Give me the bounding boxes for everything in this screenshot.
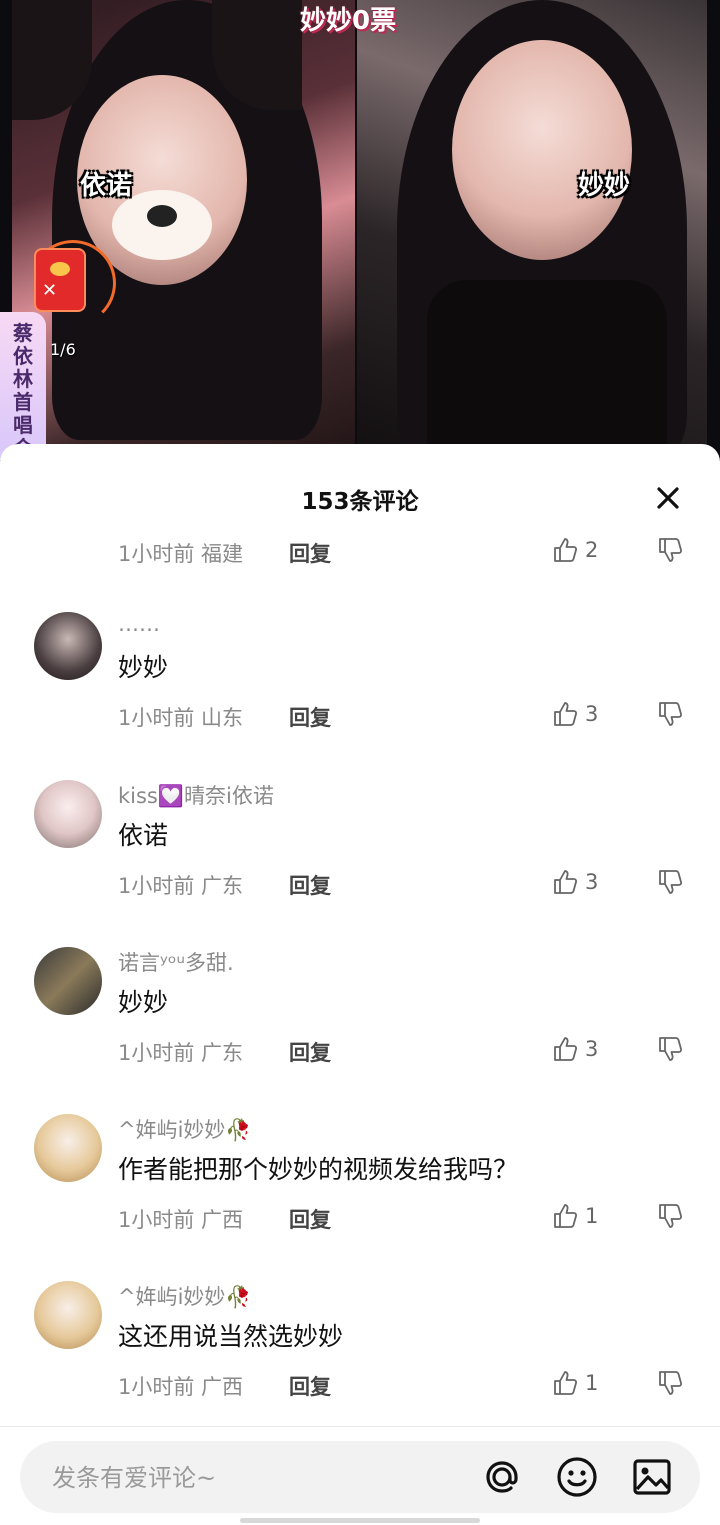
thumbs-down-icon[interactable] (656, 1035, 684, 1067)
comment-text: 妙妙 (118, 653, 169, 682)
comment-time-location: 1小时前 广西 (118, 1208, 244, 1232)
avatar[interactable] (34, 612, 102, 680)
comment-input-bar (0, 1426, 720, 1525)
thumbs-down-icon[interactable] (656, 1202, 684, 1234)
comment-item: ^姩屿i妙妙🥀 作者能把那个妙妙的视频发给我吗？ 1小时前 广西 回复 1 (0, 1114, 720, 1282)
comment-item: 诺言ʸᵒᵘ多甜. 妙妙 1小时前 广东 回复 3 (0, 947, 720, 1115)
home-indicator (240, 1518, 480, 1523)
avatar[interactable] (34, 1114, 102, 1182)
comment-input[interactable] (50, 1441, 474, 1515)
comment-username[interactable]: ^姩屿i妙妙🥀 (118, 1281, 252, 1311)
like-count: 2 (585, 538, 599, 562)
like-button[interactable]: 3 (551, 1035, 598, 1063)
like-button[interactable]: 2 (551, 536, 598, 564)
at-icon[interactable] (480, 1455, 524, 1499)
like-count: 1 (585, 1371, 599, 1395)
left-video-pane (12, 0, 355, 460)
comment-username[interactable]: …… (118, 612, 160, 636)
thumbs-up-icon (554, 1371, 578, 1395)
right-name-label: 妙妙 (578, 171, 631, 201)
comments-sheet: 153条评论 1小时前 福建 回复 2 …… 妙妙 1小时前 山东 回复 3 k… (0, 444, 720, 1524)
comment-meta-row: 1小时前 广东 回复 3 (118, 1035, 720, 1069)
like-count: 3 (585, 1037, 599, 1061)
image-icon[interactable] (630, 1455, 674, 1499)
red-packet-count: 1/6 (50, 340, 76, 359)
like-count: 1 (585, 1204, 599, 1228)
comment-text: 这还用说当然选妙妙 (118, 1322, 344, 1351)
concert-tab[interactable]: 蔡依林首唱会 (0, 312, 46, 460)
reply-button[interactable]: 回复 (289, 702, 331, 732)
video-title: 妙妙0票 (300, 6, 397, 36)
thumbs-down-icon[interactable] (656, 700, 684, 732)
comment-time-location: 1小时前 山东 (118, 706, 244, 730)
comments-header: 153条评论 (0, 444, 720, 548)
reply-button[interactable]: 回复 (289, 1204, 331, 1234)
comment-username[interactable]: 诺言ʸᵒᵘ多甜. (118, 947, 234, 977)
like-button[interactable]: 1 (551, 1202, 598, 1230)
avatar[interactable] (34, 947, 102, 1015)
comment-meta-row: 1小时前 山东 回复 3 (118, 700, 720, 734)
comment-username[interactable]: kiss💟晴奈i依诺 (118, 780, 274, 810)
thumbs-up-icon (554, 702, 578, 726)
avatar[interactable] (34, 780, 102, 848)
like-count: 3 (585, 870, 599, 894)
reply-button[interactable]: 回复 (289, 1037, 331, 1067)
thumbs-down-icon[interactable] (656, 1369, 684, 1401)
like-button[interactable]: 1 (551, 1369, 598, 1397)
red-packet-icon[interactable]: ✕ (36, 250, 84, 310)
close-icon[interactable] (648, 478, 688, 518)
comment-time-location: 1小时前 广西 (118, 1375, 244, 1399)
comment-meta-row: 1小时前 广东 回复 3 (118, 868, 720, 902)
right-video-pane (357, 0, 707, 460)
avatar[interactable] (34, 1281, 102, 1349)
comment-meta-row: 1小时前 广西 回复 1 (118, 1369, 720, 1403)
comment-input-pill (20, 1441, 700, 1515)
thumbs-down-icon[interactable] (656, 536, 684, 568)
comment-username[interactable]: ^姩屿i妙妙🥀 (118, 1114, 252, 1144)
comment-meta-row: 1小时前 福建 回复 2 (118, 536, 720, 570)
thumbs-up-icon (554, 1037, 578, 1061)
comment-meta-row: 1小时前 广西 回复 1 (118, 1202, 720, 1236)
like-count: 3 (585, 702, 599, 726)
emoji-icon[interactable] (555, 1455, 599, 1499)
comment-text: 依诺 (118, 821, 169, 850)
comment-item: …… 妙妙 1小时前 山东 回复 3 (0, 612, 720, 780)
comment-time-location: 1小时前 广东 (118, 1041, 244, 1065)
thumbs-down-icon[interactable] (656, 868, 684, 900)
comment-text: 妙妙 (118, 988, 169, 1017)
thumbs-up-icon (554, 538, 578, 562)
comment-time-location: 1小时前 广东 (118, 874, 244, 898)
reply-button[interactable]: 回复 (289, 538, 331, 568)
left-name-label: 依诺 (80, 171, 133, 201)
reply-button[interactable]: 回复 (289, 1371, 331, 1401)
comment-item: kiss💟晴奈i依诺 依诺 1小时前 广东 回复 3 (0, 780, 720, 948)
reply-button[interactable]: 回复 (289, 870, 331, 900)
video-area[interactable]: 妙妙0票 依诺 妙妙 ✕ 1/6 蔡依林首唱会 (0, 0, 720, 460)
like-button[interactable]: 3 (551, 700, 598, 728)
comments-title: 153条评论 (301, 489, 419, 515)
comment-text: 作者能把那个妙妙的视频发给我吗？ (118, 1155, 519, 1184)
comment-item: ^姩屿i妙妙🥀 这还用说当然选妙妙 1小时前 广西 回复 1 (0, 1281, 720, 1449)
comment-time-location: 1小时前 福建 (118, 542, 244, 566)
thumbs-up-icon (554, 870, 578, 894)
like-button[interactable]: 3 (551, 868, 598, 896)
thumbs-up-icon (554, 1204, 578, 1228)
